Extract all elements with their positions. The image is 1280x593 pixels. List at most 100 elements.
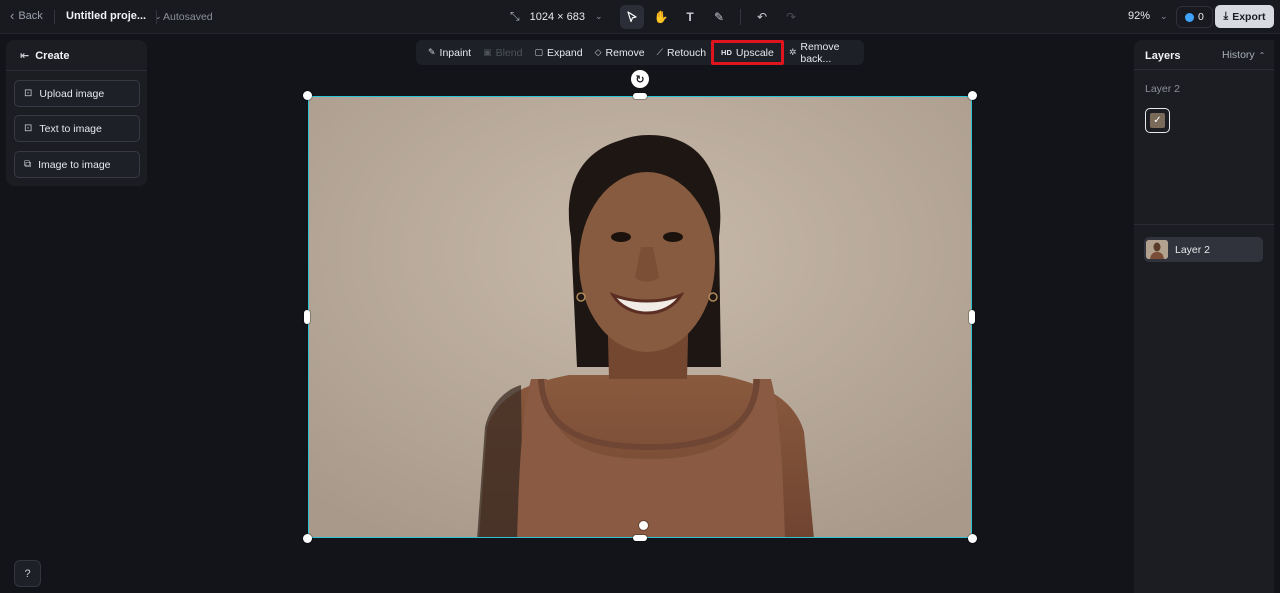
- image-to-image-icon: ⧉: [24, 159, 32, 170]
- text-to-image-button[interactable]: ⊡ Text to image: [14, 115, 140, 142]
- expand-button[interactable]: ▢ Expand: [528, 41, 588, 64]
- brush-icon: ✎: [428, 47, 436, 57]
- eraser-icon: ◇: [594, 47, 602, 57]
- back-label: Back: [18, 9, 43, 22]
- undo-button[interactable]: ↶: [750, 5, 774, 29]
- history-label: History: [1222, 49, 1255, 61]
- text-to-image-label: Text to image: [39, 122, 102, 135]
- back-button[interactable]: ‹ Back: [10, 9, 43, 22]
- panel-tabs: Layers History ⌃: [1134, 40, 1274, 70]
- rotate-icon: ↻: [635, 73, 645, 86]
- zoom-level: 92%: [1128, 10, 1151, 22]
- check-icon: ✓: [1150, 113, 1165, 128]
- tab-layers[interactable]: Layers: [1145, 50, 1180, 62]
- magic-wand-icon: ⟋: [656, 47, 663, 57]
- resize-handle-top[interactable]: [633, 93, 647, 99]
- redo-button[interactable]: ↷: [779, 5, 803, 29]
- divider: [54, 10, 55, 24]
- resize-handle-bottom-left[interactable]: [303, 534, 312, 543]
- move-handle[interactable]: [639, 521, 648, 530]
- divider: [740, 9, 741, 25]
- upscale-label: Upscale: [735, 46, 774, 59]
- create-panel: ⇤ Create ⊡ Upload image ⊡ Text to image …: [6, 40, 147, 186]
- layer-thumbnail: [1146, 240, 1168, 259]
- remove-button[interactable]: ◇ Remove: [589, 41, 651, 64]
- help-button[interactable]: ?: [14, 560, 41, 587]
- canvas-size-label: 1024 × 683: [529, 10, 585, 23]
- select-tool-button[interactable]: [620, 5, 644, 29]
- export-button[interactable]: ⤓ Export: [1215, 5, 1274, 28]
- expand-label: Expand: [546, 46, 583, 59]
- expand-icon: ▢: [534, 47, 543, 57]
- image-to-image-button[interactable]: ⧉ Image to image: [14, 151, 140, 178]
- credits-badge[interactable]: 0: [1176, 6, 1213, 28]
- divider: [6, 70, 147, 71]
- project-title: Untitled proje...: [66, 10, 147, 22]
- retouch-button[interactable]: ⟋ Retouch: [651, 41, 712, 64]
- upload-image-button[interactable]: ⊡ Upload image: [14, 80, 140, 107]
- resize-handle-bottom[interactable]: [633, 535, 647, 541]
- remove-background-button[interactable]: ✲ Remove back...: [783, 40, 864, 65]
- layer-group-label: Layer 2: [1145, 83, 1181, 95]
- brush-icon: ✎: [713, 10, 725, 24]
- text-tool-button[interactable]: T: [678, 5, 702, 29]
- cursor-icon: [626, 11, 637, 23]
- credit-coin-icon: [1185, 12, 1194, 22]
- chevron-up-icon: ⌃: [1258, 50, 1266, 60]
- top-bar: ‹ Back Untitled proje... ⌄ Autosaved ⤡ 1…: [0, 0, 1280, 34]
- remove-label: Remove: [605, 46, 645, 59]
- chevron-down-icon: ⌄: [594, 11, 603, 21]
- hd-icon: HD: [721, 48, 732, 57]
- blend-icon: ▣: [483, 47, 492, 57]
- blend-button[interactable]: ▣ Blend: [477, 41, 528, 64]
- upload-image-label: Upload image: [39, 87, 105, 100]
- resize-handle-right[interactable]: [969, 310, 975, 324]
- text-to-image-icon: ⊡: [24, 123, 33, 134]
- rotate-handle[interactable]: ↻: [631, 70, 649, 88]
- hand-tool-button[interactable]: ✋: [649, 5, 673, 29]
- upscale-button[interactable]: HD Upscale: [711, 40, 784, 65]
- blend-label: Blend: [495, 46, 523, 59]
- download-icon: ⤓: [1223, 10, 1229, 22]
- undo-icon: ↶: [756, 10, 768, 24]
- tool-group: ✋ T ✎ ↶ ↷: [620, 5, 803, 29]
- collapse-left-icon: ⇤: [20, 50, 30, 62]
- resize-handle-top-left[interactable]: [303, 91, 312, 100]
- resize-handle-left[interactable]: [304, 310, 310, 324]
- resize-handle-bottom-right[interactable]: [968, 534, 977, 543]
- redo-icon: ↷: [785, 10, 797, 24]
- divider: [156, 10, 157, 24]
- autosave-status: Autosaved: [163, 11, 213, 23]
- portrait-photo: [309, 97, 971, 537]
- layer-thumbnail-selected[interactable]: ✓: [1145, 108, 1170, 133]
- retouch-label: Retouch: [666, 46, 707, 59]
- divider: [1134, 224, 1274, 225]
- canvas-image[interactable]: [308, 96, 972, 538]
- canvas-size-dropdown[interactable]: ⤡ 1024 × 683 ⌄: [510, 9, 603, 24]
- layer-row[interactable]: Layer 2: [1144, 237, 1263, 262]
- text-icon: T: [686, 10, 694, 24]
- export-label: Export: [1232, 10, 1266, 23]
- create-panel-header[interactable]: ⇤ Create: [20, 49, 70, 63]
- layer-name: Layer 2: [1175, 243, 1211, 256]
- layers-panel: Layers History ⌃ Layer 2 ✓ Layer 2: [1134, 40, 1274, 593]
- question-icon: ?: [24, 567, 31, 580]
- zoom-dropdown[interactable]: 92% ⌄: [1128, 10, 1168, 22]
- image-to-image-label: Image to image: [38, 158, 111, 171]
- brush-tool-button[interactable]: ✎: [707, 5, 731, 29]
- chevron-left-icon: ‹: [10, 8, 15, 23]
- remove-background-icon: ✲: [788, 47, 797, 57]
- resize-handle-top-right[interactable]: [968, 91, 977, 100]
- hand-icon: ✋: [653, 10, 669, 24]
- create-title: Create: [35, 49, 70, 62]
- edit-toolbar: ✎ Inpaint ▣ Blend ▢ Expand ◇ Remove ⟋ Re…: [416, 40, 864, 65]
- tab-history[interactable]: History ⌃: [1222, 49, 1265, 61]
- upload-image-icon: ⊡: [24, 88, 33, 99]
- inpaint-button[interactable]: ✎ Inpaint: [422, 41, 477, 64]
- inpaint-label: Inpaint: [439, 46, 472, 59]
- remove-background-label: Remove back...: [800, 40, 840, 65]
- resize-icon: ⤡: [510, 9, 520, 23]
- project-title-dropdown[interactable]: Untitled proje... ⌄: [66, 10, 162, 22]
- credits-count: 0: [1198, 11, 1204, 23]
- chevron-down-icon: ⌄: [1160, 10, 1168, 21]
